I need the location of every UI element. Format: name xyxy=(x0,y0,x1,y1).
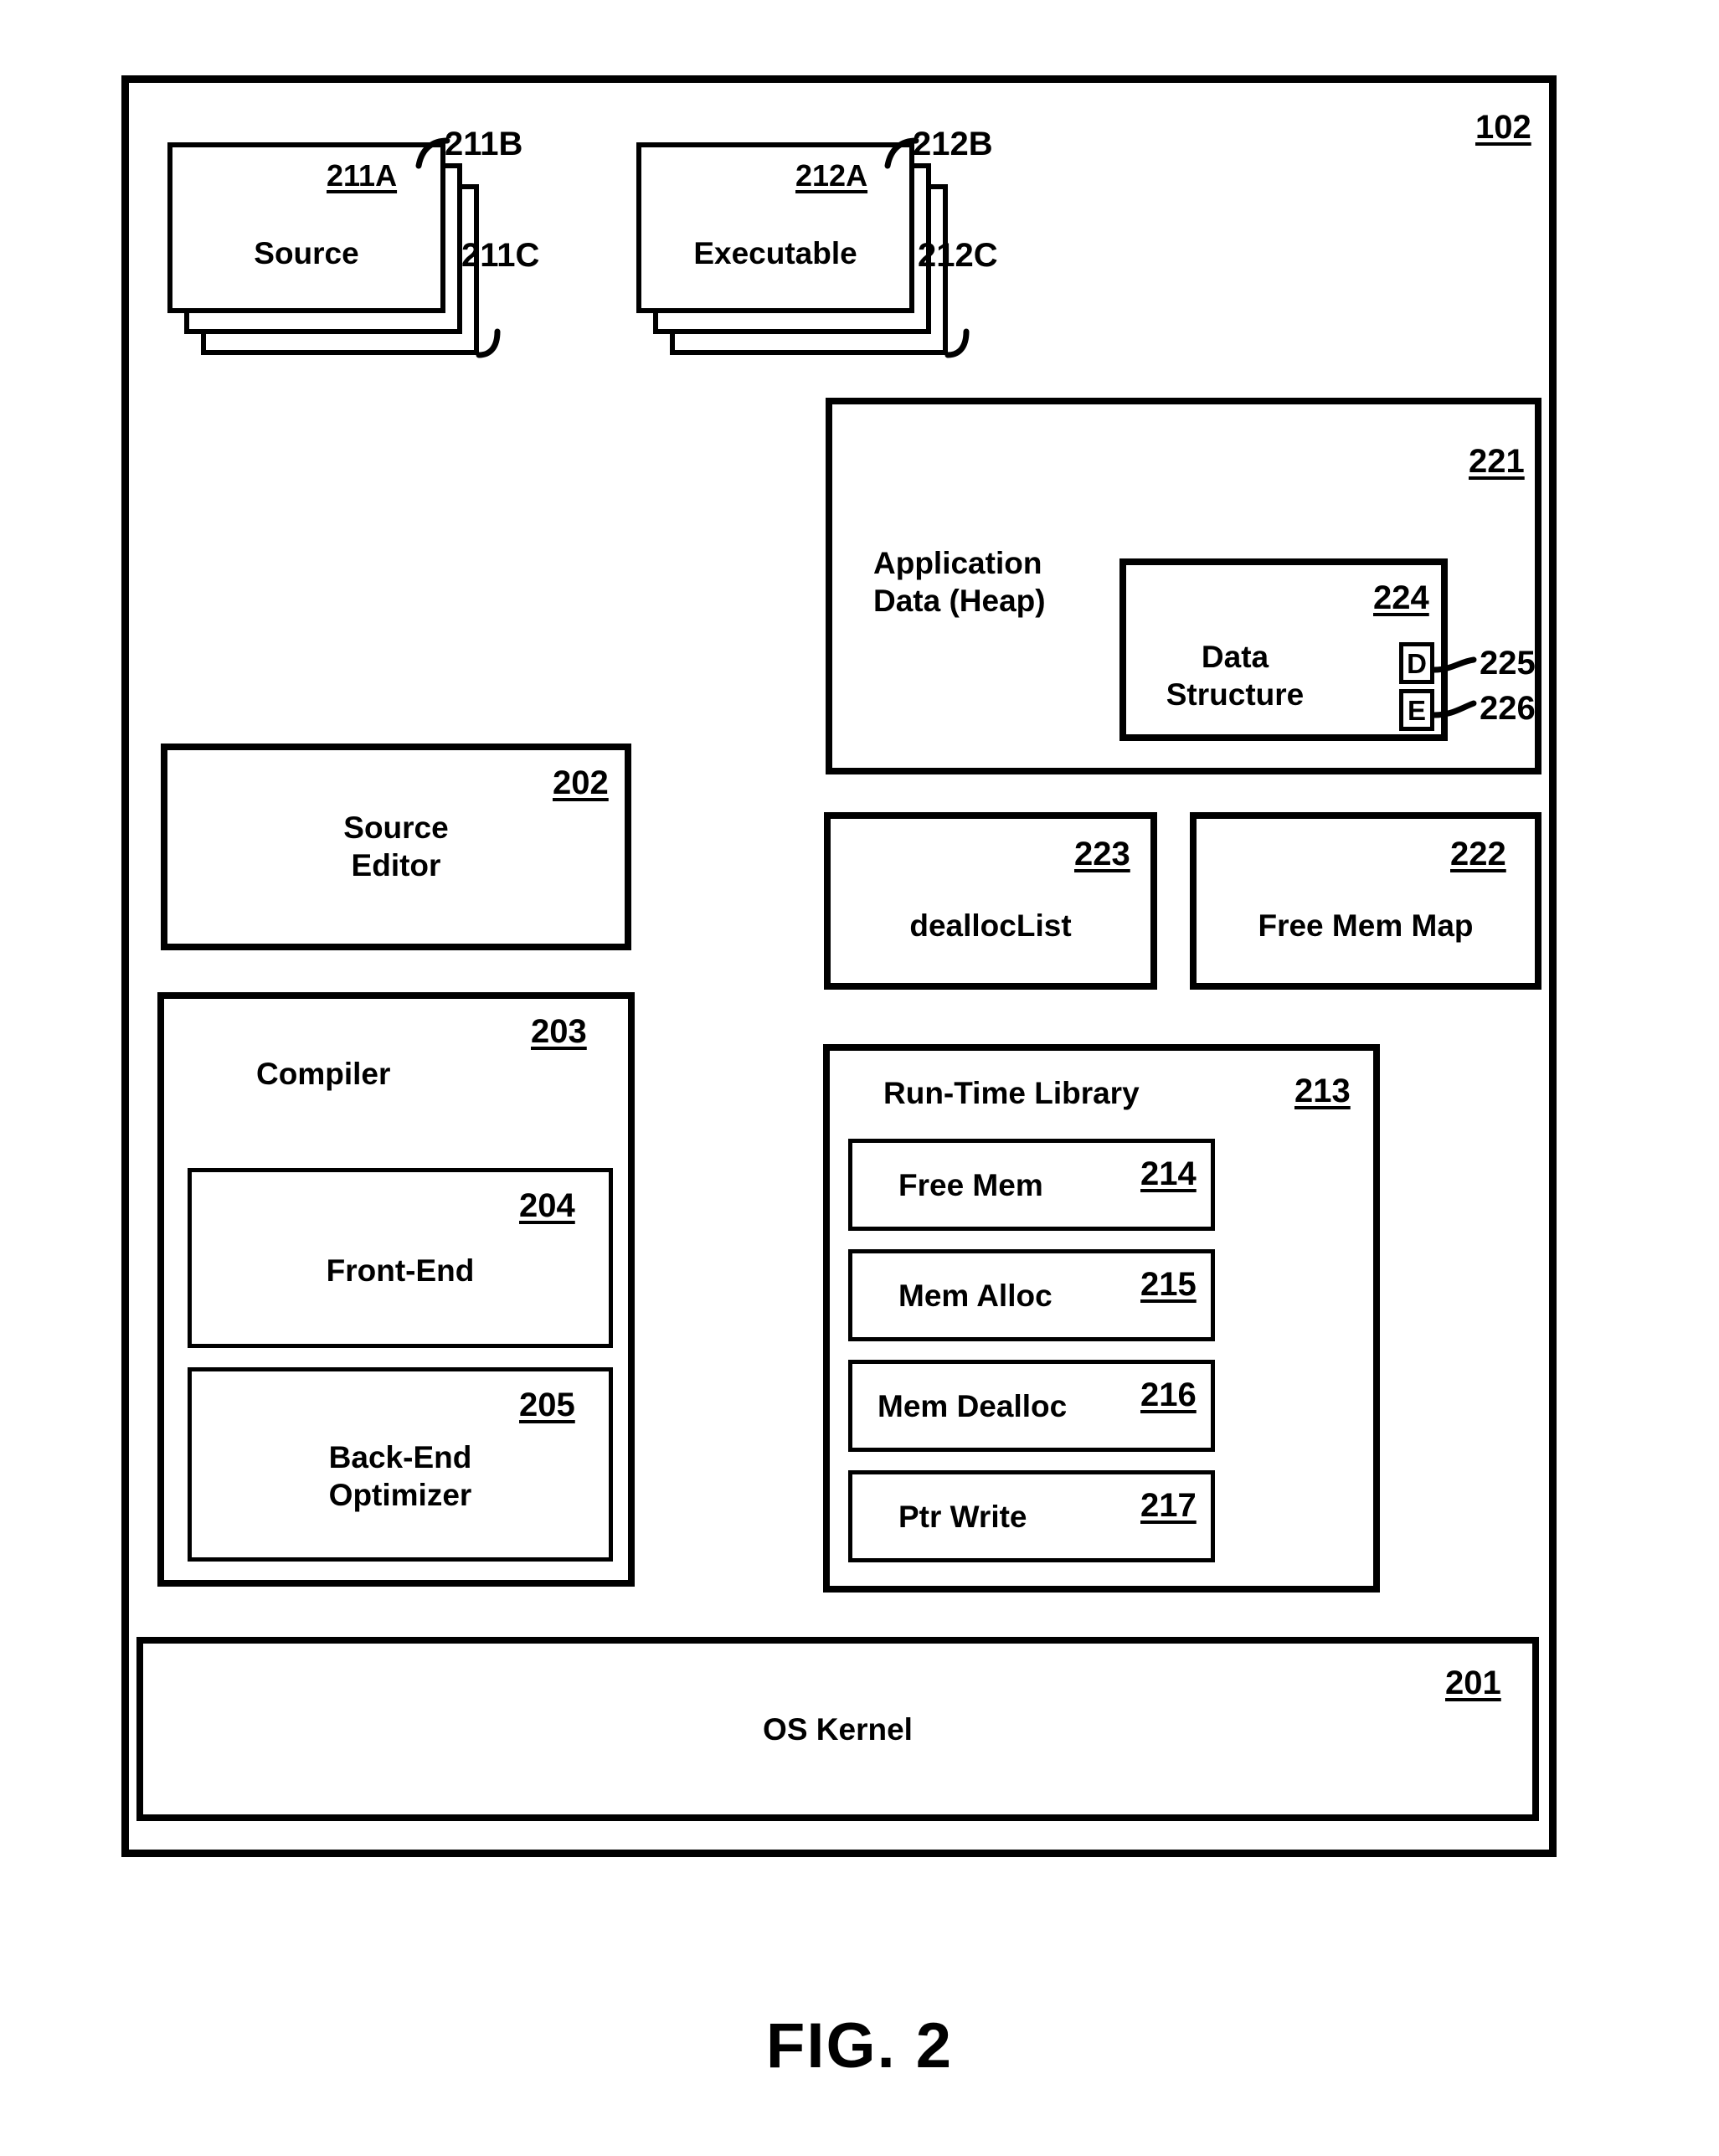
source-label: Source xyxy=(254,236,359,270)
ref-226: 226 xyxy=(1480,690,1536,727)
data-structure-tag-e: E xyxy=(1399,689,1434,731)
runtime-library-label: Run-Time Library xyxy=(883,1076,1140,1110)
ref-217: 217 xyxy=(1140,1487,1197,1524)
ref-213: 213 xyxy=(1294,1073,1351,1109)
front-end-label: Front-End xyxy=(326,1253,475,1288)
dealloc-list-label: deallocList xyxy=(909,908,1072,943)
compiler-label: Compiler xyxy=(256,1057,391,1091)
back-end-optimizer-label: Back-End Optimizer xyxy=(328,1440,472,1513)
mem-alloc-label: Mem Alloc xyxy=(898,1279,1053,1313)
ref-205: 205 xyxy=(519,1387,575,1423)
figure-page: 102 211A Source 211B 211C 212A Executabl… xyxy=(0,0,1719,2156)
ref-212C: 212C xyxy=(918,237,998,274)
os-kernel-label: OS Kernel xyxy=(763,1712,913,1747)
data-structure-label: Data Structure xyxy=(1166,640,1305,713)
ref-225: 225 xyxy=(1480,645,1536,682)
ref-211B: 211B xyxy=(445,126,523,162)
ref-215: 215 xyxy=(1140,1266,1197,1303)
ref-211A: 211A xyxy=(327,158,398,193)
ref-214: 214 xyxy=(1140,1155,1197,1192)
source-file-stack: 211A Source xyxy=(167,142,502,368)
ref-102: 102 xyxy=(1475,109,1531,146)
mem-dealloc-label: Mem Dealloc xyxy=(878,1389,1068,1423)
ref-203: 203 xyxy=(531,1013,587,1050)
free-mem-map-label: Free Mem Map xyxy=(1258,908,1474,943)
executable-card-front xyxy=(636,142,914,313)
application-data-label: Application Data (Heap) xyxy=(873,546,1046,619)
ref-222: 222 xyxy=(1450,836,1506,872)
ref-204: 204 xyxy=(519,1187,575,1224)
source-card-front xyxy=(167,142,445,313)
ref-212B: 212B xyxy=(913,126,993,162)
ref-224: 224 xyxy=(1373,579,1429,616)
ref-211C: 211C xyxy=(461,237,540,274)
ptr-write-label: Ptr Write xyxy=(898,1500,1027,1534)
ref-201: 201 xyxy=(1445,1665,1501,1701)
executable-label: Executable xyxy=(693,236,857,270)
ref-202: 202 xyxy=(553,764,609,801)
data-structure-tag-d: D xyxy=(1399,642,1434,684)
ref-223: 223 xyxy=(1074,836,1130,872)
ref-212A: 212A xyxy=(795,158,868,193)
ref-221: 221 xyxy=(1469,443,1525,480)
ref-216: 216 xyxy=(1140,1376,1197,1413)
free-mem-label: Free Mem xyxy=(898,1168,1043,1202)
figure-caption: FIG. 2 xyxy=(765,2010,954,2081)
source-editor-label: Source Editor xyxy=(343,810,449,883)
